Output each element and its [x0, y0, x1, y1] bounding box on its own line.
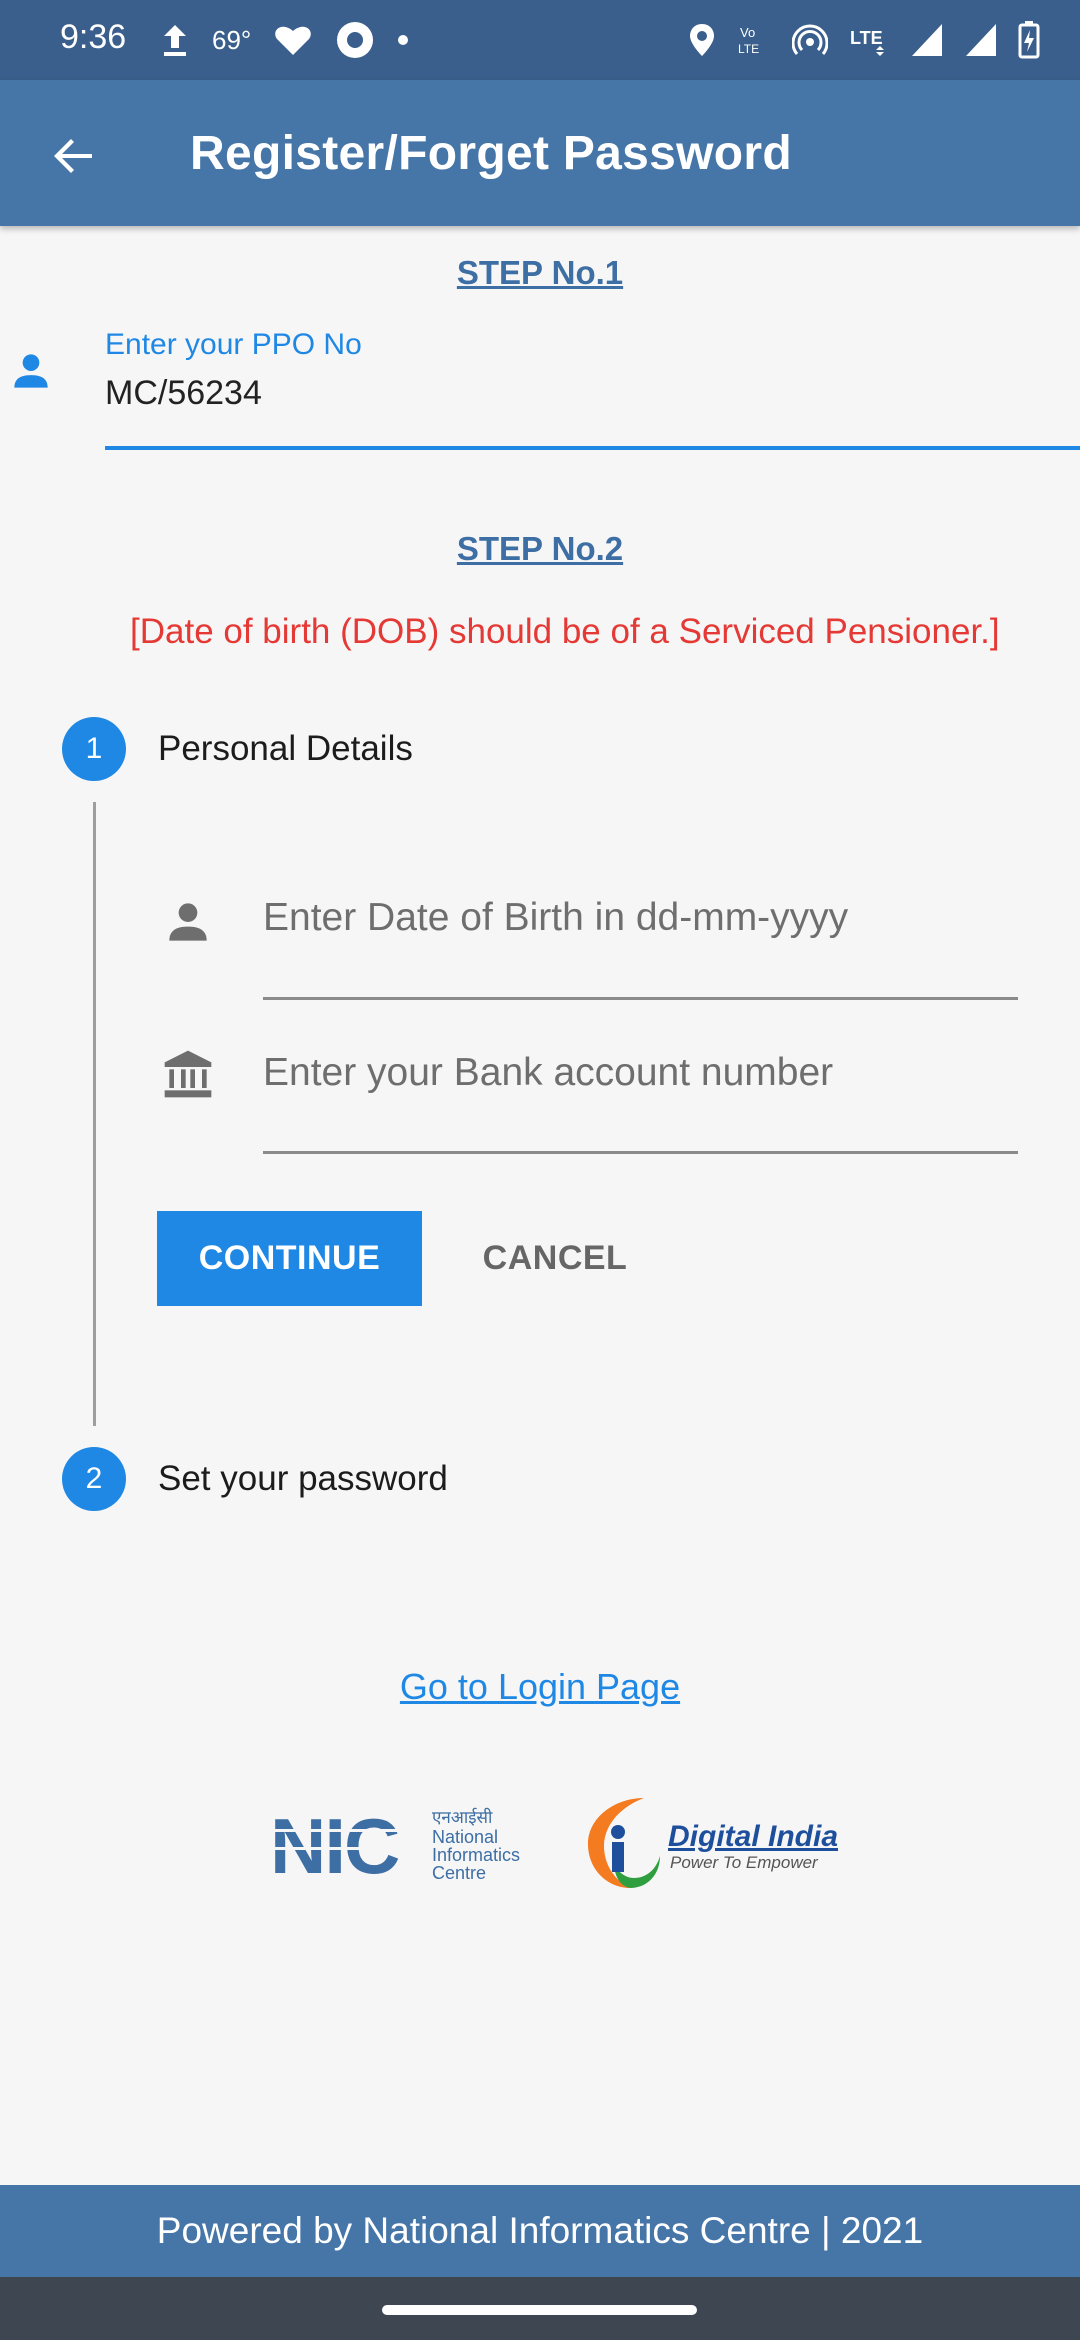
signal-icon — [966, 24, 996, 56]
signal-icon — [912, 24, 942, 56]
lte-icon: LTE — [850, 28, 884, 56]
svg-text:Digital India: Digital India — [668, 1820, 838, 1853]
cancel-button[interactable]: CANCEL — [460, 1211, 650, 1306]
ppo-input[interactable]: MC/56234 — [105, 374, 262, 414]
arrow-back-icon[interactable] — [48, 130, 100, 182]
step-number-1[interactable]: 1 — [62, 717, 126, 781]
status-time: 9:36 — [60, 18, 127, 56]
upload-icon — [164, 25, 186, 56]
step-label-personal-details[interactable]: Personal Details — [158, 729, 413, 769]
person-icon — [14, 354, 48, 388]
dob-warning: [Date of birth (DOB) should be of a Serv… — [130, 612, 1000, 651]
svg-text:Power To Empower: Power To Empower — [670, 1853, 819, 1872]
svg-text:LTE: LTE — [738, 42, 759, 56]
app-bar: Register/Forget Password — [0, 80, 1080, 226]
footer: Powered by National Informatics Centre |… — [0, 2185, 1080, 2277]
temperature: 69° — [212, 24, 252, 55]
stepper-connector — [93, 802, 96, 1426]
svg-text:Informatics: Informatics — [432, 1845, 520, 1865]
digital-india-logo: Digital India Power To Empower — [588, 1798, 838, 1888]
ppo-label: Enter your PPO No — [105, 328, 362, 361]
step-label-set-password[interactable]: Set your password — [158, 1459, 448, 1499]
volte-icon: Vo LTE — [738, 25, 759, 56]
step1-title: STEP No.1 — [456, 254, 624, 291]
svg-text:National: National — [432, 1827, 498, 1847]
nic-logo: NIC एनआईसी National Informatics Centre — [270, 1805, 520, 1880]
heart-icon — [275, 26, 312, 55]
app-icon — [337, 22, 374, 58]
person-icon — [169, 903, 207, 941]
location-icon — [690, 24, 714, 56]
svg-text:Centre: Centre — [432, 1863, 486, 1880]
dot-icon — [398, 35, 409, 45]
dob-underline — [263, 997, 1018, 1000]
dob-input[interactable]: Enter Date of Birth in dd-mm-yyyy — [263, 896, 848, 940]
svg-text:LTE: LTE — [850, 28, 883, 48]
login-link[interactable]: Go to Login Page — [0, 1666, 1080, 1708]
bank-icon — [164, 1050, 212, 1098]
hotspot-icon — [792, 24, 828, 55]
continue-button[interactable]: CONTINUE — [157, 1211, 422, 1306]
svg-text:एनआईसी: एनआईसी — [432, 1807, 493, 1828]
battery-charging-icon — [1018, 21, 1040, 59]
home-gesture-handle[interactable] — [382, 2305, 697, 2315]
ppo-underline — [105, 446, 1080, 450]
page-title: Register/Forget Password — [190, 127, 793, 180]
bank-underline — [263, 1151, 1018, 1154]
step-number-2[interactable]: 2 — [62, 1447, 126, 1511]
status-bar: 9:36 69° Vo LTE LTE — [0, 0, 1080, 80]
svg-text:NIC: NIC — [270, 1805, 399, 1880]
svg-text:Vo: Vo — [740, 25, 755, 40]
bank-account-input[interactable]: Enter your Bank account number — [263, 1051, 833, 1095]
step2-title: STEP No.2 — [456, 530, 624, 567]
